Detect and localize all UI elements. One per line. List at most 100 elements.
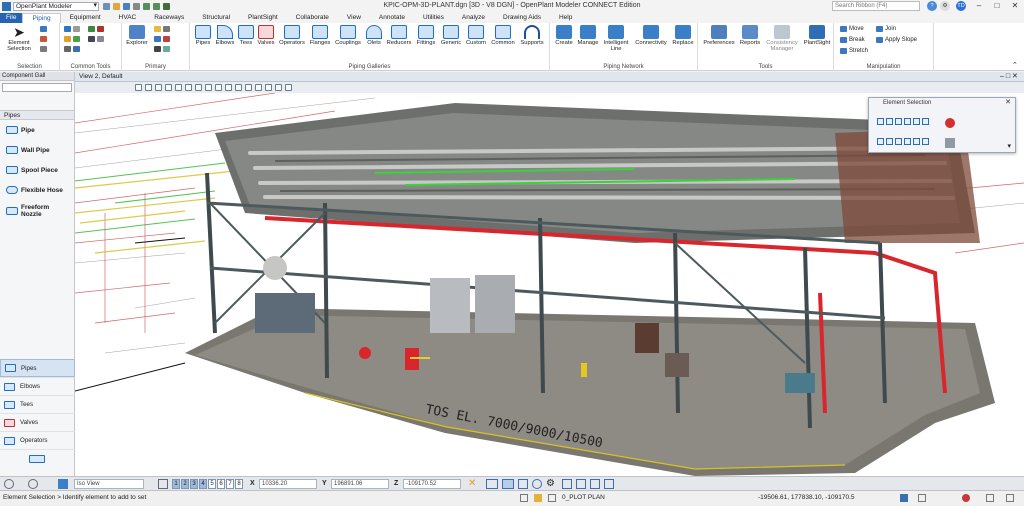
bottom-overflow[interactable] xyxy=(0,449,75,467)
nearest-snap-icon[interactable] xyxy=(590,479,600,489)
network-replace-button[interactable]: Replace xyxy=(670,25,696,46)
tab-plantsight[interactable]: PlantSight xyxy=(239,13,287,23)
gallery-generic-button[interactable]: Generic xyxy=(439,25,463,46)
select-all-mode-icon[interactable] xyxy=(922,138,929,145)
select-tool-2[interactable] xyxy=(40,36,47,42)
display-set-icon[interactable] xyxy=(285,84,292,91)
primary-tool-3[interactable] xyxy=(154,46,170,52)
level-icon[interactable] xyxy=(548,494,556,502)
view-icon[interactable] xyxy=(58,479,68,489)
element-selection-button[interactable]: ➤ Element Selection xyxy=(2,25,36,52)
status-lock-icon[interactable] xyxy=(520,494,528,502)
primary-tool-2[interactable] xyxy=(154,36,170,42)
active-snap-icon[interactable] xyxy=(502,479,514,489)
smart-line-icon[interactable] xyxy=(486,479,498,489)
view-number-7[interactable]: 7 xyxy=(226,479,234,489)
gallery-operators-button[interactable]: Operators xyxy=(277,25,307,46)
minimize-button[interactable]: – xyxy=(970,0,988,12)
zoom-in-icon[interactable] xyxy=(155,84,162,91)
connection-icon[interactable] xyxy=(1006,494,1014,502)
tab-raceways[interactable]: Raceways xyxy=(145,13,193,23)
view-attributes-icon[interactable] xyxy=(135,84,142,91)
zoom-out-icon[interactable] xyxy=(165,84,172,91)
new-file-icon[interactable] xyxy=(103,2,110,10)
gallery-pipes-button[interactable]: Pipes xyxy=(193,25,213,46)
view-number-5[interactable]: 5 xyxy=(208,479,216,489)
clear-mode-icon[interactable] xyxy=(913,138,920,145)
circle-select-icon[interactable] xyxy=(913,118,920,125)
tools-reports-button[interactable]: Reports xyxy=(738,25,762,46)
tools-consistency-manager-button[interactable]: Consistency Manager xyxy=(764,25,800,52)
gallery-flanges-button[interactable]: Flanges xyxy=(308,25,332,46)
gallery-item-flexible-hose[interactable]: Flexible Hose xyxy=(0,180,74,200)
gallery-custom-button[interactable]: Custom xyxy=(464,25,488,46)
block-select-icon[interactable] xyxy=(886,118,893,125)
invert-mode-icon[interactable] xyxy=(904,138,911,145)
clip-volume-icon[interactable] xyxy=(255,84,262,91)
view-window-controls[interactable]: – □ ✕ xyxy=(1000,72,1018,82)
gallery-tees-button[interactable]: Tees xyxy=(237,25,255,46)
common-tool-4[interactable] xyxy=(88,26,104,32)
tab-analyze[interactable]: Analyze xyxy=(453,13,494,23)
primary-tool-1[interactable] xyxy=(154,26,170,32)
line-icon[interactable] xyxy=(518,479,528,489)
tab-piping[interactable]: Piping xyxy=(22,13,61,23)
select-tool-1[interactable] xyxy=(40,26,47,32)
forward-icon[interactable] xyxy=(28,479,38,489)
save-status-icon[interactable] xyxy=(900,494,908,502)
previous-view-icon[interactable] xyxy=(225,84,232,91)
bottom-item-pipes[interactable]: Pipes xyxy=(0,359,75,377)
update-view-icon[interactable] xyxy=(145,84,152,91)
z-coordinate-input[interactable]: -109170.52 xyxy=(403,479,461,489)
add-mode-icon[interactable] xyxy=(886,138,893,145)
network-manage-button[interactable]: Manage xyxy=(576,25,600,46)
gallery-common-button[interactable]: Common xyxy=(489,25,517,46)
intersection-snap-icon[interactable] xyxy=(576,479,586,489)
move-button[interactable]: Move xyxy=(840,26,864,32)
new-mode-icon[interactable] xyxy=(877,138,884,145)
selection-options-icon[interactable] xyxy=(945,138,955,148)
tab-view[interactable]: View xyxy=(338,13,370,23)
select-tool-3[interactable] xyxy=(40,46,47,52)
display-style-icon[interactable] xyxy=(245,84,252,91)
ribbon-search-input[interactable]: Search Ribbon (F4) xyxy=(832,1,920,11)
render-icon[interactable] xyxy=(275,84,282,91)
gallery-item-pipe[interactable]: Pipe xyxy=(0,120,74,140)
pan-icon[interactable] xyxy=(215,84,222,91)
fence-select-icon[interactable] xyxy=(922,118,929,125)
design-history-icon[interactable] xyxy=(918,494,926,502)
tab-utilities[interactable]: Utilities xyxy=(414,13,453,23)
tab-drawing-aids[interactable]: Drawing Aids xyxy=(494,13,550,23)
stretch-button[interactable]: Stretch xyxy=(840,48,868,54)
tab-hvac[interactable]: HVAC xyxy=(110,13,146,23)
redo-icon[interactable] xyxy=(153,2,160,10)
view-number-6[interactable]: 6 xyxy=(217,479,225,489)
undo-icon[interactable] xyxy=(143,2,150,10)
center-snap-icon[interactable] xyxy=(604,479,614,489)
gallery-reducers-button[interactable]: Reducers xyxy=(385,25,413,46)
component-gallery-search[interactable] xyxy=(2,83,72,92)
window-area-icon[interactable] xyxy=(175,84,182,91)
view-number-1[interactable]: 1 xyxy=(172,479,180,489)
view-number-4[interactable]: 4 xyxy=(199,479,207,489)
gallery-olets-button[interactable]: Olets xyxy=(364,25,384,46)
dialog-expand-icon[interactable]: ▾ xyxy=(1007,142,1011,150)
dialog-close-icon[interactable]: ✕ xyxy=(1005,98,1011,108)
open-file-icon[interactable] xyxy=(113,2,120,10)
view-mode-select[interactable]: Iso View xyxy=(74,479,144,489)
workspace-dropdown[interactable]: OpenPlant Modeler xyxy=(13,1,99,11)
user-avatar[interactable]: TD xyxy=(956,1,966,11)
tab-annotate[interactable]: Annotate xyxy=(370,13,414,23)
shape-select-icon[interactable] xyxy=(895,118,902,125)
tab-structural[interactable]: Structural xyxy=(193,13,239,23)
active-level[interactable]: 0_PLOT PLAN xyxy=(562,491,605,505)
notifications-icon[interactable] xyxy=(962,494,970,502)
circle-icon[interactable] xyxy=(532,479,542,489)
save-icon[interactable] xyxy=(123,2,130,10)
common-tool-2[interactable] xyxy=(64,36,80,42)
keypoint-snap-icon[interactable] xyxy=(562,479,572,489)
walk-icon[interactable] xyxy=(205,84,212,91)
subtract-mode-icon[interactable] xyxy=(895,138,902,145)
line-select-icon[interactable] xyxy=(904,118,911,125)
tab-help[interactable]: Help xyxy=(550,13,581,23)
